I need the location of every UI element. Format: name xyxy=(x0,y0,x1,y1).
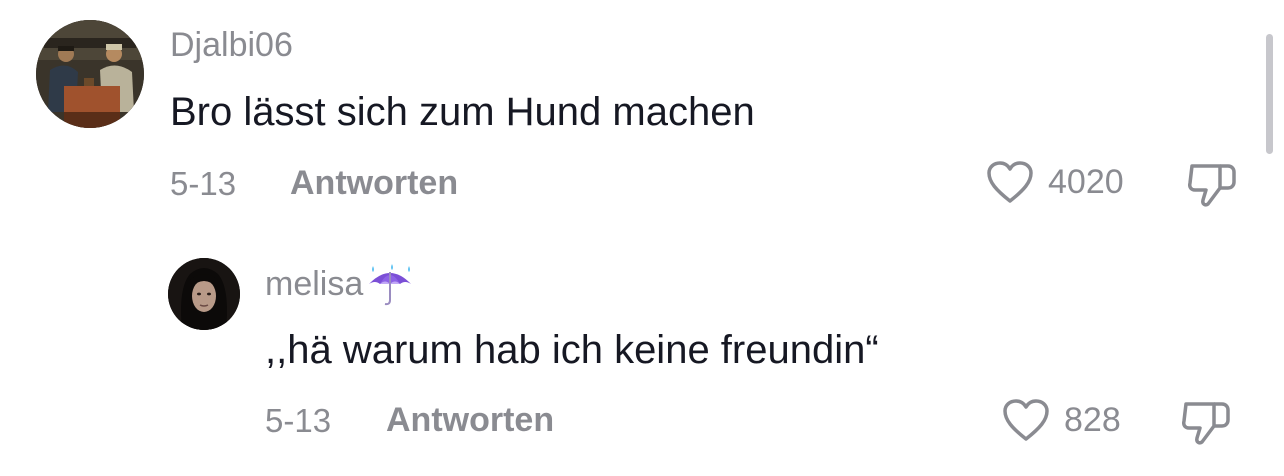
umbrella-with-rain-icon xyxy=(369,264,412,306)
scrollbar[interactable] xyxy=(1266,34,1273,154)
like-count: 828 xyxy=(1064,400,1121,439)
heart-icon xyxy=(987,161,1033,203)
comment-thread: Djalbi06 Bro lässt sich zum Hund machen … xyxy=(0,0,1284,476)
username[interactable]: melisa xyxy=(265,264,415,308)
dark-hair-portrait-icon xyxy=(168,258,240,330)
card-players-painting-icon xyxy=(36,20,144,128)
thumbs-down-icon xyxy=(1182,402,1230,445)
username-text: melisa xyxy=(265,264,364,303)
username[interactable]: Djalbi06 xyxy=(170,26,293,65)
comment-text: ,,hä warum hab ich keine freundin“ xyxy=(265,328,879,372)
avatar[interactable] xyxy=(36,20,144,128)
comment-date: 5-13 xyxy=(170,165,237,202)
thumbs-down-icon xyxy=(1188,164,1236,207)
avatar[interactable] xyxy=(168,258,240,330)
like-button[interactable]: 4020 xyxy=(986,160,1124,204)
reply-button[interactable]: Antworten xyxy=(386,401,554,440)
comment-melisa: melisa ,,hä warum hab ich keine freundin… xyxy=(0,230,1284,476)
dislike-button[interactable] xyxy=(1186,160,1238,215)
comment-djalbi06: Djalbi06 Bro lässt sich zum Hund machen … xyxy=(0,0,1284,230)
dislike-button[interactable] xyxy=(1180,398,1232,453)
heart-icon xyxy=(1003,399,1049,441)
comment-date: 5-13 xyxy=(265,402,332,439)
reply-button[interactable]: Antworten xyxy=(290,164,458,203)
like-count: 4020 xyxy=(1048,162,1124,201)
like-button[interactable]: 828 xyxy=(1002,398,1121,442)
comment-text: Bro lässt sich zum Hund machen xyxy=(170,90,755,134)
